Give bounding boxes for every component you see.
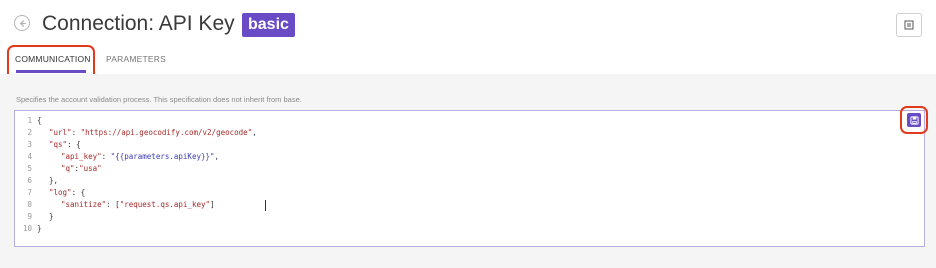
code-line: "url": "https://api.geocodify.com/v2/geo… xyxy=(49,128,257,137)
page-title: Connection: API Key xyxy=(42,12,235,35)
code-line: "api_key": "{{parameters.apiKey}}", xyxy=(61,152,220,161)
document-button[interactable] xyxy=(896,13,922,37)
code-line: "qs": { xyxy=(49,140,81,149)
code-line: "log": { xyxy=(49,188,86,197)
document-icon xyxy=(904,20,914,30)
plan-badge: basic xyxy=(242,13,295,37)
line-number: 1 xyxy=(27,116,32,125)
editor-description: Specifies the account validation process… xyxy=(16,95,302,104)
code-line: } xyxy=(37,224,42,233)
line-number: 9 xyxy=(27,212,32,221)
text-cursor xyxy=(265,200,266,211)
code-line: "q":"usa" xyxy=(61,164,102,173)
line-number: 7 xyxy=(27,188,32,197)
line-number: 10 xyxy=(22,224,32,233)
page-header: Connection: API Key basic COMMUNICATION … xyxy=(0,0,936,74)
code-line: "sanitize": ["request.qs.api_key"] xyxy=(61,200,215,209)
line-number: 4 xyxy=(27,152,32,161)
back-arrow-icon[interactable] xyxy=(14,15,30,31)
line-number-gutter: 1 2 3 4 5 6 7 8 9 10 xyxy=(15,111,35,246)
line-number: 3 xyxy=(27,140,32,149)
line-number: 6 xyxy=(27,176,32,185)
line-number: 5 xyxy=(27,164,32,173)
save-highlight-box xyxy=(900,106,928,134)
code-line: } xyxy=(49,212,54,221)
code-editor[interactable]: 1 2 3 4 5 6 7 8 9 10 { "url": "https://a… xyxy=(14,110,925,247)
code-line: { xyxy=(37,116,42,125)
line-number: 2 xyxy=(27,128,32,137)
line-number: 8 xyxy=(27,200,32,209)
tab-parameters[interactable]: PARAMETERS xyxy=(106,54,166,64)
code-line: }, xyxy=(49,176,59,185)
